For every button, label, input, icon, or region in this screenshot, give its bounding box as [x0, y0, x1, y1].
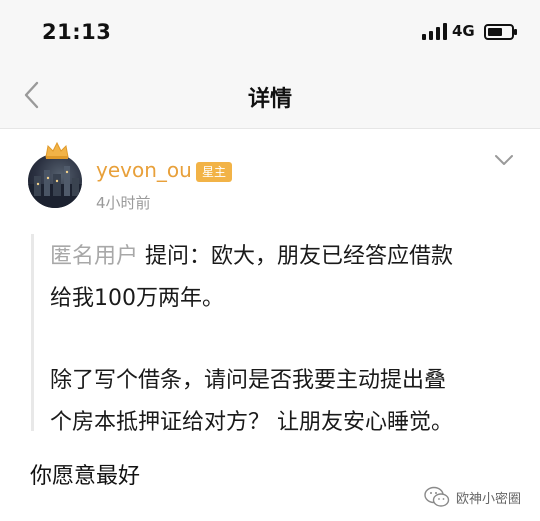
chevron-down-icon[interactable] [492, 152, 516, 168]
username[interactable]: yevon_ou [96, 158, 192, 182]
status-bar: 21:13 4G [0, 0, 540, 62]
question-line-2: 给我100万两年。 [50, 286, 224, 311]
battery-icon [484, 24, 517, 40]
avatar[interactable] [28, 154, 82, 208]
question-line-1: 匿名用户 提问：欧大，朋友已经答应借款 [50, 236, 520, 278]
owner-badge: 星主 [196, 162, 233, 182]
signal-icon [422, 23, 447, 40]
watermark-text: 欧神小密圈 [456, 491, 522, 507]
nav-bar: 详情 [0, 62, 540, 129]
anonymous-user-label: 匿名用户 [50, 244, 139, 269]
post-time: 4小时前 [96, 194, 151, 212]
answer-text: 你愿意最好 [30, 464, 141, 489]
crown-icon [45, 141, 69, 159]
wechat-icon [424, 486, 450, 507]
network-type: 4G [452, 22, 475, 40]
watermark: 欧神小密圈 [424, 486, 521, 508]
question-line-3: 除了写个借条，请问是否我要主动提出叠 [50, 368, 447, 393]
question-block: 匿名用户 提问：欧大，朋友已经答应借款 给我100万两年。 除了写个借条，请问是… [50, 236, 520, 444]
page-title: 详情 [247, 87, 292, 112]
question-line-4: 个房本抵押证给对方？ 让朋友安心睡觉。 [50, 410, 453, 435]
question-text-1: 提问：欧大，朋友已经答应借款 [145, 244, 454, 269]
avatar-image [28, 166, 82, 208]
status-time: 21:13 [42, 20, 112, 44]
quote-bar [31, 234, 34, 431]
